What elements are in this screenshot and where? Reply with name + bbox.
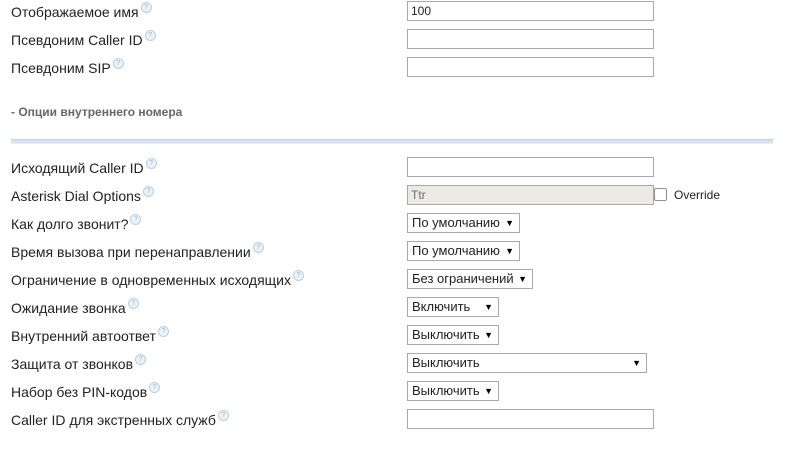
- help-question-icon[interactable]: ?: [252, 242, 264, 253]
- dropdown-arrow-icon: ▼: [484, 386, 493, 396]
- cid-alias-label: Псевдоним Caller ID?: [11, 30, 156, 48]
- row-outbound-concurrency: Ограничение в одновременных исходящих? Б…: [0, 269, 786, 293]
- forward-ring-time-label: Время вызова при перенаправлении?: [11, 242, 264, 260]
- row-ring-time: Как долго звонит?? По умолчанию ▼: [0, 213, 786, 237]
- help-question-icon[interactable]: ?: [135, 354, 147, 365]
- row-call-waiting: Ожидание звонка? Включить ▼: [0, 297, 786, 321]
- row-call-screening: Защита от звонков? Выключить ▼: [0, 353, 786, 377]
- row-cid-alias: Псевдоним Caller ID?: [0, 29, 786, 53]
- forward-ring-time-select[interactable]: По умолчанию ▼: [407, 241, 520, 261]
- help-question-icon[interactable]: ?: [149, 382, 161, 393]
- internal-autoanswer-select[interactable]: Выключить ▼: [407, 325, 499, 345]
- help-question-icon[interactable]: ?: [112, 58, 124, 69]
- outbound-cid-input[interactable]: [407, 157, 654, 177]
- row-display-name: Отображаемое имя?: [0, 1, 786, 25]
- display-name-label: Отображаемое имя?: [11, 2, 152, 20]
- help-question-icon[interactable]: ?: [130, 214, 142, 225]
- dropdown-arrow-icon: ▼: [632, 358, 641, 368]
- call-screening-label: Защита от звонков?: [11, 354, 147, 372]
- dropdown-arrow-icon: ▼: [484, 330, 493, 340]
- row-dial-options: Asterisk Dial Options?: [0, 185, 786, 209]
- sip-alias-input[interactable]: [407, 57, 654, 77]
- dropdown-arrow-icon: ▼: [505, 246, 514, 256]
- help-question-icon[interactable]: ?: [157, 326, 169, 337]
- ring-time-select[interactable]: По умолчанию ▼: [407, 213, 520, 233]
- dropdown-arrow-icon: ▼: [505, 218, 514, 228]
- display-name-input[interactable]: [407, 1, 654, 21]
- row-emergency-cid: Caller ID для экстренных служб?: [0, 409, 786, 433]
- row-internal-autoanswer: Внутренний автоответ? Выключить ▼: [0, 325, 786, 349]
- help-question-icon[interactable]: ?: [142, 186, 154, 197]
- row-pinless-dialing: Набор без PIN-кодов? Выключить ▼: [0, 381, 786, 405]
- dial-options-input[interactable]: [407, 185, 654, 205]
- outbound-concurrency-label: Ограничение в одновременных исходящих?: [11, 270, 304, 288]
- dial-options-label: Asterisk Dial Options?: [11, 186, 154, 204]
- section-divider: [11, 139, 773, 144]
- call-waiting-select[interactable]: Включить ▼: [407, 297, 499, 317]
- outbound-cid-label: Исходящий Caller ID?: [11, 158, 157, 176]
- help-question-icon[interactable]: ?: [145, 158, 157, 169]
- help-question-icon[interactable]: ?: [127, 298, 139, 309]
- override-checkbox[interactable]: [654, 188, 667, 201]
- row-sip-alias: Псевдоним SIP?: [0, 57, 786, 81]
- help-question-icon[interactable]: ?: [293, 270, 304, 281]
- emergency-cid-label: Caller ID для экстренных служб?: [11, 410, 229, 428]
- internal-autoanswer-label: Внутренний автоответ?: [11, 326, 169, 344]
- ring-time-label: Как долго звонит??: [11, 214, 142, 232]
- call-waiting-label: Ожидание звонка?: [11, 298, 139, 316]
- dropdown-arrow-icon: ▼: [518, 274, 527, 284]
- cid-alias-input[interactable]: [407, 29, 654, 49]
- row-forward-ring-time: Время вызова при перенаправлении? По умо…: [0, 241, 786, 265]
- pinless-dialing-select[interactable]: Выключить ▼: [407, 381, 499, 401]
- emergency-cid-input[interactable]: [407, 409, 654, 429]
- help-question-icon[interactable]: ?: [144, 30, 156, 41]
- help-question-icon[interactable]: ?: [140, 2, 152, 13]
- pinless-dialing-label: Набор без PIN-кодов?: [11, 382, 161, 400]
- call-screening-select[interactable]: Выключить ▼: [407, 353, 647, 373]
- dropdown-arrow-icon: ▼: [484, 302, 493, 312]
- override-label: Override: [674, 188, 721, 202]
- help-question-icon[interactable]: ?: [217, 410, 229, 421]
- section-title: - Опции внутреннего номера: [11, 105, 183, 119]
- outbound-concurrency-select[interactable]: Без ограничений ▼: [407, 269, 533, 289]
- sip-alias-label: Псевдоним SIP?: [11, 58, 124, 76]
- row-outbound-cid: Исходящий Caller ID?: [0, 157, 786, 181]
